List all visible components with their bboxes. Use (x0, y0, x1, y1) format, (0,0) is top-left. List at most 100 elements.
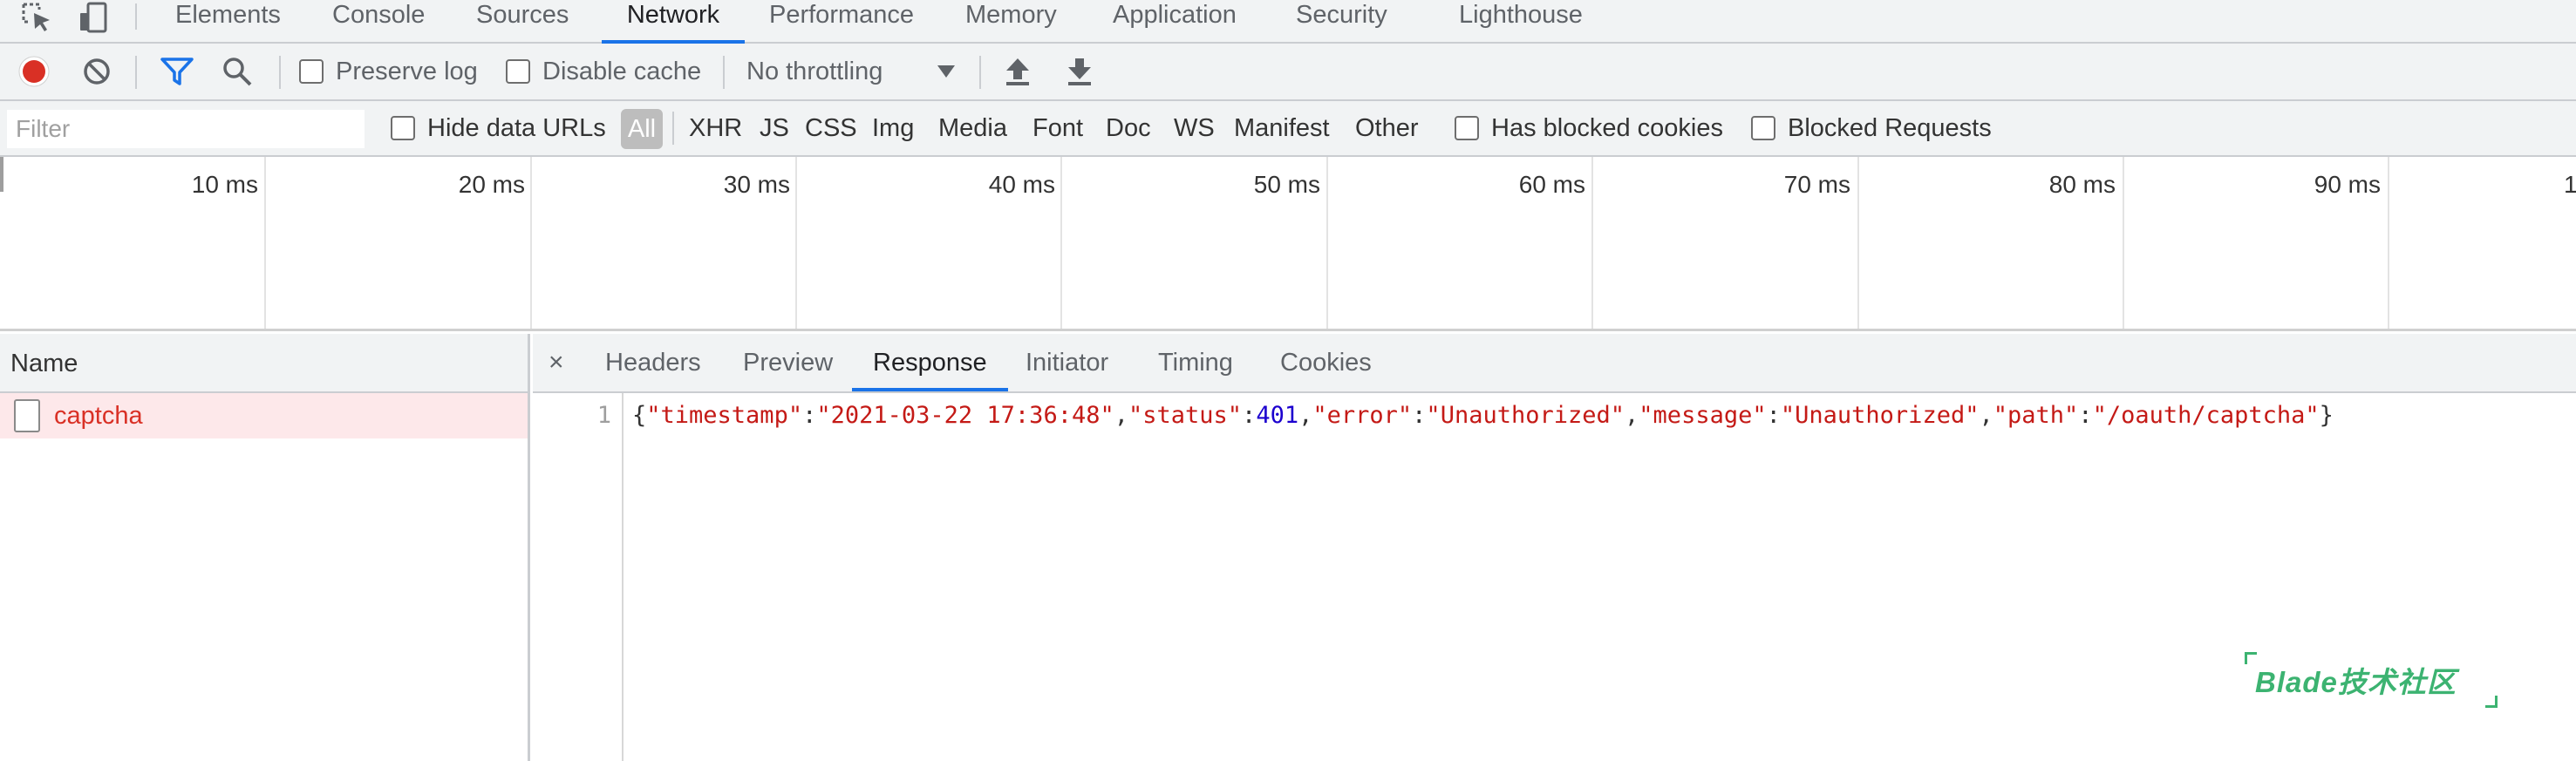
tab-memory[interactable]: Memory (965, 0, 1057, 42)
search-icon (223, 58, 252, 86)
type-filter-other[interactable]: Other (1355, 101, 1419, 155)
blocked-requests-label: Blocked Requests (1788, 113, 1992, 142)
timeline-gridline (1060, 157, 1062, 329)
upload-icon (1006, 58, 1029, 85)
throttling-value: No throttling (746, 57, 883, 85)
timeline-tick-label: 90 ms (2314, 171, 2381, 198)
tab-performance[interactable]: Performance (769, 0, 914, 42)
response-timestamp: 2021-03-22 17:36:48 (830, 402, 1101, 429)
timeline-gridline (264, 157, 266, 329)
type-filter-css[interactable]: CSS (805, 101, 857, 155)
checkbox-box[interactable] (506, 59, 530, 84)
checkbox-box[interactable] (391, 116, 415, 140)
throttling-select[interactable]: No throttling (746, 44, 956, 99)
document-icon (14, 399, 40, 432)
inspect-element-icon[interactable] (17, 0, 56, 35)
detail-tab-bar: × Headers Preview Response Initiator Tim… (533, 334, 2576, 393)
record-icon (18, 56, 50, 87)
hide-data-urls-checkbox[interactable]: Hide data URLs (391, 101, 606, 155)
download-icon (1068, 58, 1091, 85)
response-status: 401 (1256, 402, 1299, 429)
type-filter-font[interactable]: Font (1032, 101, 1083, 155)
tab-preview[interactable]: Preview (743, 334, 833, 391)
timeline-gridline (2388, 157, 2389, 329)
timeline-tick-label: 40 ms (988, 171, 1055, 198)
timeline-tick-label: 30 ms (723, 171, 790, 198)
tab-response[interactable]: Response (852, 334, 1008, 391)
timeline-gridline (2123, 157, 2124, 329)
type-filter-doc[interactable]: Doc (1106, 101, 1151, 155)
tab-headers[interactable]: Headers (605, 334, 701, 391)
type-filter-media[interactable]: Media (938, 101, 1007, 155)
timeline-tick-label: 70 ms (1783, 171, 1850, 198)
toolbar-separator (135, 56, 137, 89)
timeline-gridline (795, 157, 797, 329)
filter-toggle-button[interactable] (160, 44, 194, 99)
search-button[interactable] (221, 44, 253, 99)
preserve-log-label: Preserve log (336, 57, 478, 85)
timeline-tick-label: 50 ms (1253, 171, 1320, 198)
request-row[interactable]: captcha (0, 393, 528, 438)
export-har-button[interactable] (1067, 44, 1093, 99)
has-blocked-cookies-label: Has blocked cookies (1491, 113, 1723, 142)
tab-cookies[interactable]: Cookies (1280, 334, 1372, 391)
close-icon[interactable]: × (549, 334, 564, 391)
filter-input[interactable] (7, 110, 365, 148)
response-error: Unauthorized (1440, 402, 1611, 429)
tab-security[interactable]: Security (1296, 0, 1387, 42)
response-body[interactable]: {"timestamp":"2021-03-22 17:36:48","stat… (632, 402, 2334, 429)
tab-timing[interactable]: Timing (1158, 334, 1233, 391)
tab-sources[interactable]: Sources (476, 0, 569, 42)
response-message: Unauthorized (1795, 402, 1966, 429)
type-filter-js[interactable]: JS (760, 101, 789, 155)
blocked-requests-checkbox[interactable]: Blocked Requests (1751, 101, 1992, 155)
watermark-corner (2485, 696, 2498, 708)
timeline-tick-label: 60 ms (1518, 171, 1585, 198)
tab-separator (135, 3, 137, 30)
preserve-log-checkbox[interactable]: Preserve log (299, 44, 478, 99)
name-column-header[interactable]: Name (0, 334, 528, 393)
tab-application[interactable]: Application (1113, 0, 1237, 42)
timeline-tick-label: 80 ms (2048, 171, 2116, 198)
has-blocked-cookies-checkbox[interactable]: Has blocked cookies (1455, 101, 1723, 155)
timeline-start-marker (0, 157, 3, 192)
type-filter-xhr[interactable]: XHR (689, 101, 742, 155)
request-list: Name captcha (0, 334, 530, 761)
timeline-gridline (1857, 157, 1859, 329)
response-path: /oauth/captcha (2106, 402, 2306, 429)
device-toolbar-icon[interactable] (77, 0, 112, 35)
type-filter-manifest[interactable]: Manifest (1234, 101, 1330, 155)
tab-elements[interactable]: Elements (175, 0, 281, 42)
type-filter-ws[interactable]: WS (1174, 101, 1215, 155)
dropdown-arrow-icon (937, 65, 955, 78)
timeline-gridline (530, 157, 532, 329)
record-button[interactable] (17, 44, 51, 99)
clear-icon (84, 58, 110, 85)
timeline-tick-label: 20 ms (458, 171, 525, 198)
devtools-tab-bar: Elements Console Sources Network Perform… (0, 0, 2576, 44)
tab-initiator[interactable]: Initiator (1026, 334, 1108, 391)
type-filter-img[interactable]: Img (872, 101, 914, 155)
tab-network[interactable]: Network (602, 0, 745, 44)
checkbox-box[interactable] (299, 59, 324, 84)
checkbox-box[interactable] (1455, 116, 1479, 140)
timeline-gridline (1591, 157, 1593, 329)
request-name: captcha (54, 401, 143, 430)
overview-timeline[interactable]: 10 ms 20 ms 30 ms 40 ms 50 ms 60 ms 70 m… (0, 157, 2576, 331)
import-har-button[interactable] (1005, 44, 1031, 99)
tab-lighthouse[interactable]: Lighthouse (1459, 0, 1583, 42)
toolbar-separator (723, 56, 725, 89)
hide-data-urls-label: Hide data URLs (427, 113, 606, 142)
toolbar-separator (979, 56, 981, 89)
filter-bar: Hide data URLs All XHR JS CSS Img Media … (0, 101, 2576, 157)
timeline-gridline (1326, 157, 1328, 329)
tab-console[interactable]: Console (332, 0, 425, 42)
funnel-icon (160, 58, 194, 85)
checkbox-box[interactable] (1751, 116, 1775, 140)
toolbar-separator (279, 56, 281, 89)
disable-cache-checkbox[interactable]: Disable cache (506, 44, 701, 99)
type-filter-all[interactable]: All (621, 109, 663, 149)
line-number: 1 (596, 402, 611, 429)
disable-cache-label: Disable cache (542, 57, 702, 85)
clear-button[interactable] (82, 44, 112, 99)
